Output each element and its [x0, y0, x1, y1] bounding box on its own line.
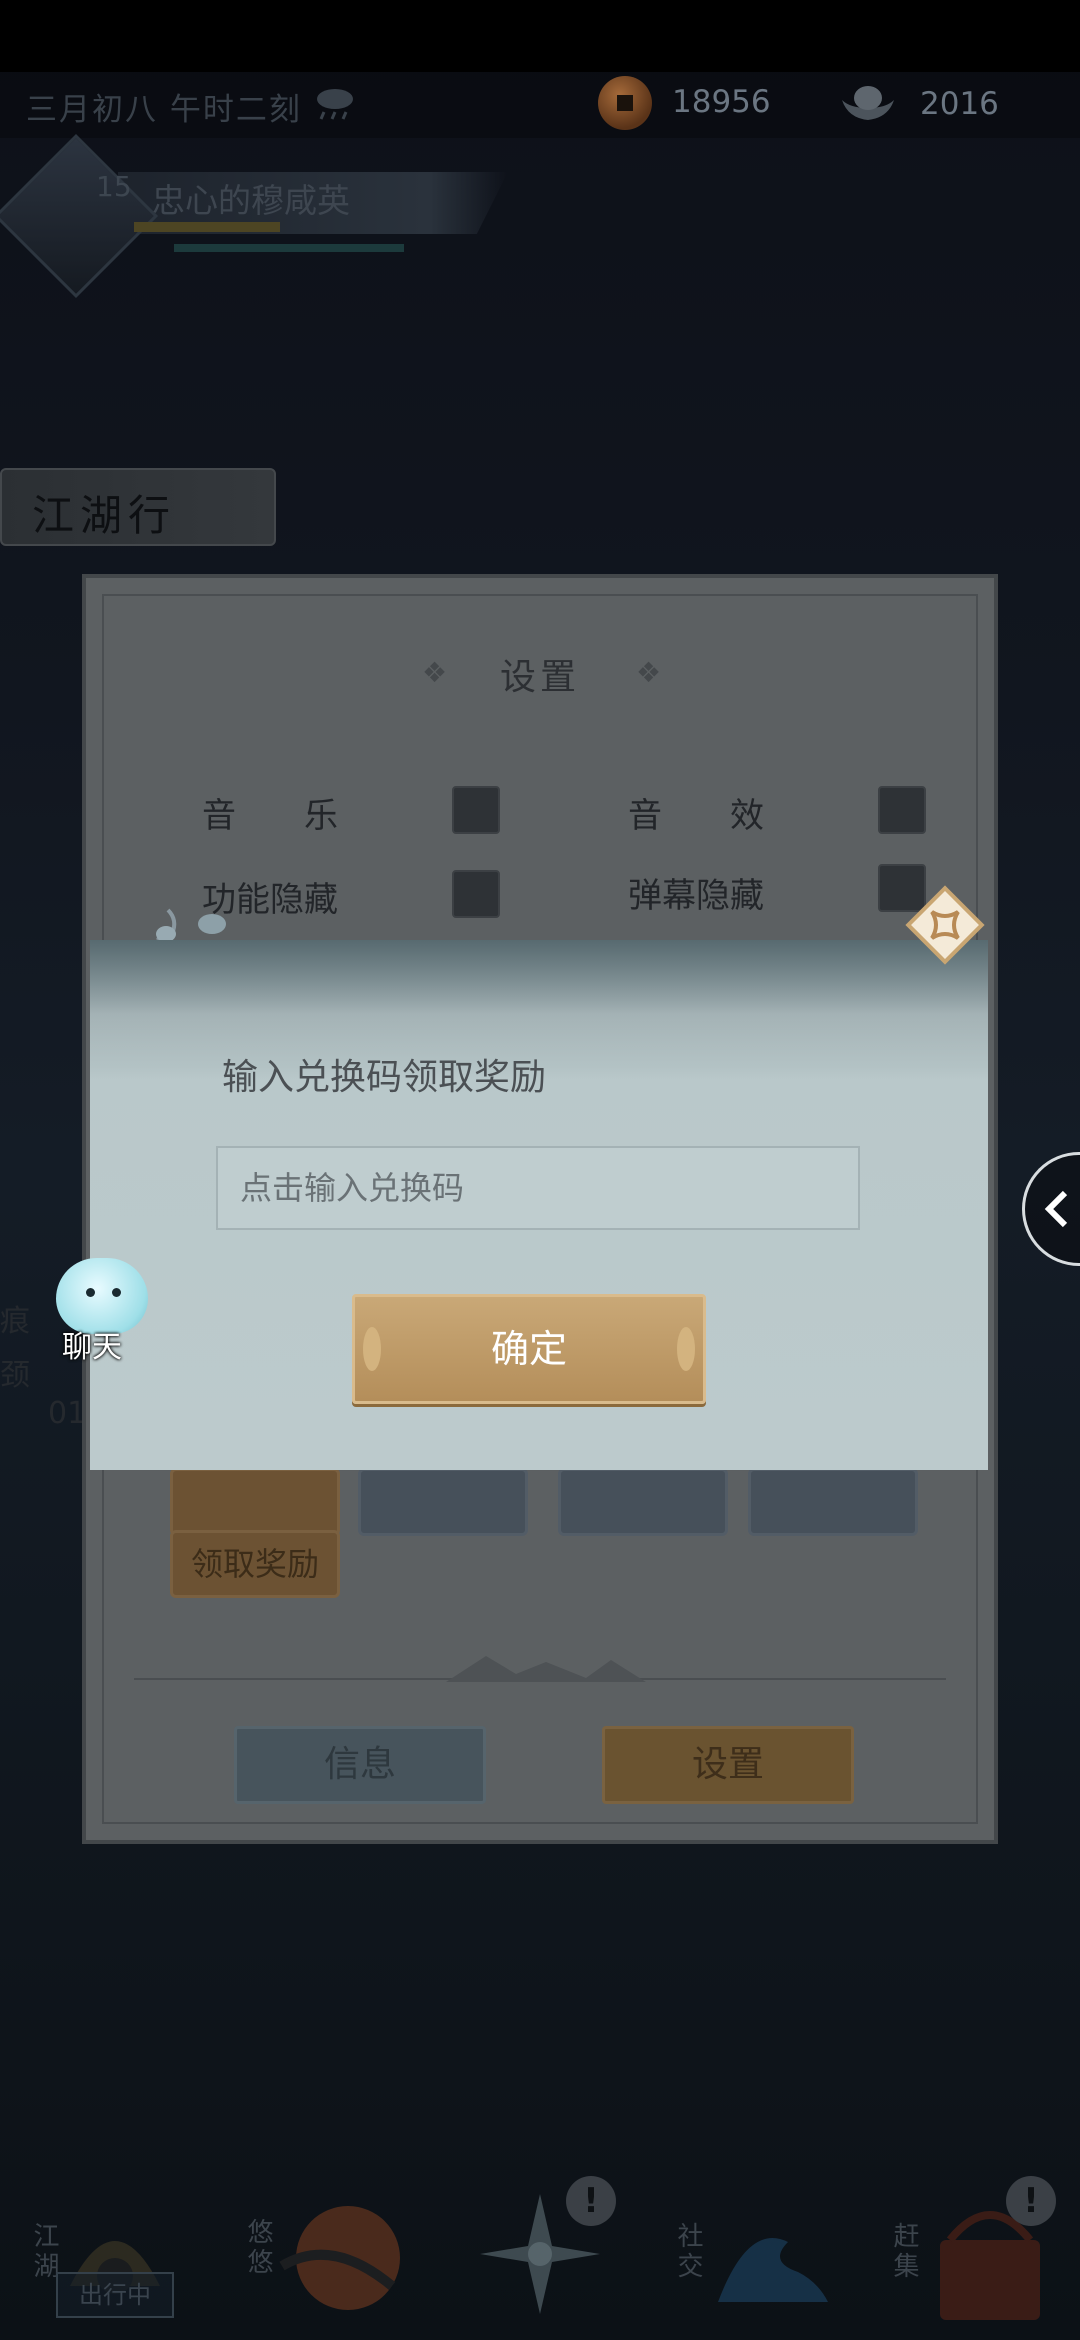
nav-market-label: 赶集: [889, 2222, 919, 2282]
redeem-code-dialog: 输入兑换码领取奖励 确定: [90, 940, 988, 1470]
music-checkbox[interactable]: [452, 786, 500, 834]
settings-title: 设置: [499, 657, 580, 698]
button-ornament-icon: [363, 1327, 381, 1371]
announcement-button[interactable]: [748, 1468, 918, 1536]
side-panel-toggle[interactable]: [1022, 1152, 1080, 1266]
game-date: 三月初八 午时二刻: [26, 92, 302, 128]
service-agreement-button[interactable]: [358, 1468, 528, 1536]
cloud-rain-icon: [317, 89, 353, 120]
silver-ingot-icon: [842, 86, 894, 120]
button-ornament-icon: [677, 1327, 695, 1371]
sound-effects-label: 音 效: [628, 796, 764, 836]
hide-functions-checkbox[interactable]: [452, 870, 500, 918]
chat-eye: [86, 1288, 95, 1297]
player-avatar[interactable]: [0, 133, 159, 299]
nav-youyou-label: 悠悠: [243, 2218, 273, 2278]
notification-badge: !: [566, 2176, 616, 2226]
crane-sun-icon: [279, 2206, 400, 2310]
outing-status-tag: 出行中: [56, 2272, 174, 2318]
nav-social-label: 社交: [673, 2222, 703, 2282]
confirm-button-label: 确定: [490, 1327, 567, 1371]
title-ornament-icon: ❖: [636, 656, 662, 689]
confirm-button[interactable]: 确定: [352, 1294, 706, 1404]
game-screen: 三月初八 午时二刻 18956 2016 15 忠心的穆咸英 江湖行 痕 颈 0…: [0, 0, 1080, 2340]
chat-label[interactable]: 聊天: [62, 1322, 122, 1366]
wave-icon: [718, 2238, 828, 2302]
background-text: 颈: [0, 1358, 30, 1393]
redeem-prompt: 输入兑换码领取奖励: [222, 1057, 547, 1098]
background-text: 01: [48, 1396, 87, 1431]
player-exp-bar: [134, 222, 280, 232]
notification-badge: !: [1006, 2176, 1056, 2226]
close-icon[interactable]: [904, 884, 986, 966]
status-bar: [0, 0, 1080, 72]
tab-info[interactable]: 信息: [234, 1726, 486, 1804]
redeem-code-input[interactable]: [216, 1146, 860, 1230]
copper-coin-icon: [598, 76, 652, 130]
mountain-ornament-icon: [446, 1656, 646, 1682]
silver-ingot-count: 2016: [920, 86, 999, 122]
copper-coin-count: 18956: [672, 84, 771, 120]
chat-eye: [112, 1288, 121, 1297]
tab-settings[interactable]: 设置: [602, 1726, 854, 1804]
background-text: 痕: [0, 1304, 30, 1339]
redeem-code-button[interactable]: [170, 1468, 340, 1536]
chevron-left-icon: [1044, 1190, 1068, 1228]
jianghu-travel-label: 江湖行: [32, 491, 177, 540]
player-name: 忠心的穆咸英: [152, 181, 350, 220]
sound-effects-checkbox[interactable]: [878, 786, 926, 834]
music-label: 音 乐: [202, 796, 338, 836]
claim-reward-button[interactable]: 领取奖励: [170, 1530, 340, 1598]
hide-danmaku-label: 弹幕隐藏: [628, 876, 764, 916]
player-level: 15: [96, 170, 132, 203]
contact-support-button[interactable]: [558, 1468, 728, 1536]
player-stamina-bar: [174, 244, 404, 252]
